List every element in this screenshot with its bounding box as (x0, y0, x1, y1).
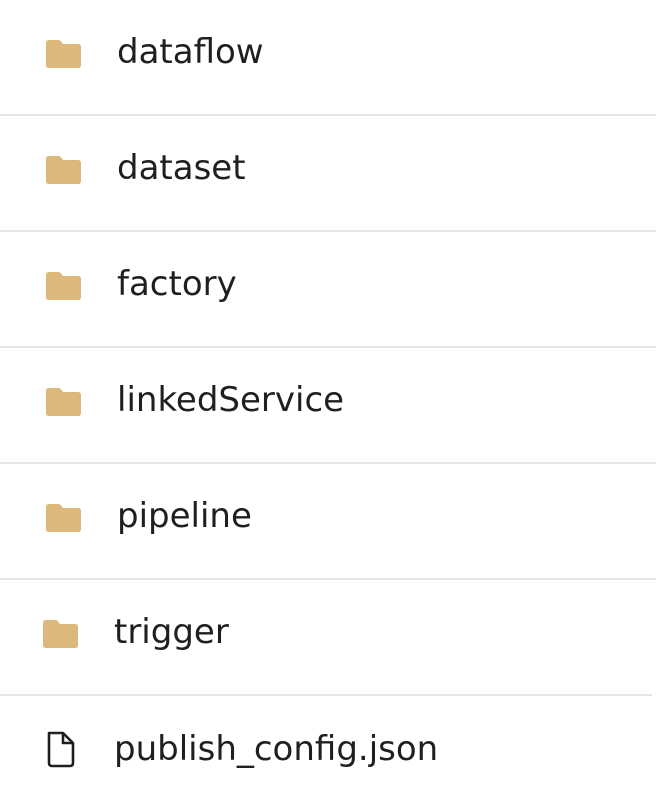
list-item-pipeline[interactable]: pipeline (0, 464, 656, 580)
list-item-linkedservice[interactable]: linkedService (0, 348, 656, 464)
folder-icon (44, 37, 82, 69)
file-list: dataflow dataset factory linkedService p… (0, 0, 659, 805)
folder-icon (41, 617, 79, 649)
file-icon (42, 729, 80, 769)
folder-icon (44, 385, 82, 417)
list-item-label: dataset (117, 148, 246, 188)
list-item-label: factory (117, 264, 237, 304)
list-item-trigger[interactable]: trigger (0, 580, 652, 696)
list-item-label: pipeline (117, 496, 252, 536)
list-item-dataflow[interactable]: dataflow (0, 0, 656, 116)
folder-icon (44, 501, 82, 533)
list-item-factory[interactable]: factory (0, 232, 656, 348)
list-item-label: publish_config.json (114, 729, 439, 769)
folder-icon (44, 153, 82, 185)
list-item-label: linkedService (117, 380, 345, 420)
list-item-label: dataflow (117, 32, 264, 72)
list-item-label: trigger (114, 612, 229, 652)
list-item-dataset[interactable]: dataset (0, 116, 656, 232)
list-item-publish-config[interactable]: publish_config.json (0, 696, 652, 812)
folder-icon (44, 269, 82, 301)
